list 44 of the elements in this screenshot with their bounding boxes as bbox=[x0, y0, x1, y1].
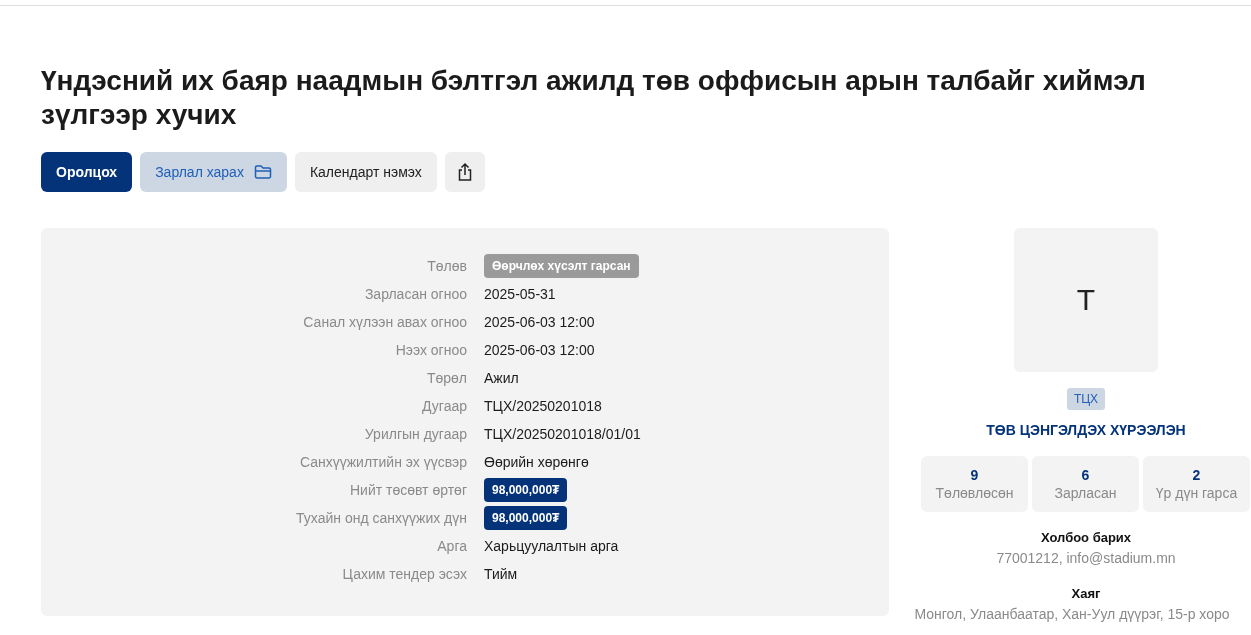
detail-label: Төрөл bbox=[425, 370, 467, 386]
stat-label: Зарласан bbox=[1054, 485, 1117, 501]
share-button[interactable] bbox=[444, 152, 485, 192]
contact-info: 77001212, info@stadium.mn bbox=[996, 549, 1176, 568]
page-title: Үндэсний их баяр наадмын бэлтгэл ажилд төв оффисын арын талбайг хиймэл зүлгээр хучих bbox=[41, 64, 1147, 132]
detail-value: Харьцуулалтын арга bbox=[484, 538, 620, 554]
amount-badge: 98,000,000₮ bbox=[484, 478, 568, 502]
view-announcement-button[interactable]: Зарлал харах bbox=[140, 152, 287, 192]
organization-name[interactable]: ТӨВ ЦЭНГЭЛДЭХ ХҮРЭЭЛЭН bbox=[986, 422, 1186, 438]
detail-label: Дугаар bbox=[421, 398, 467, 414]
detail-value: Өөрийн хөрөнгө bbox=[484, 454, 590, 470]
organization-logo: T bbox=[1014, 228, 1158, 372]
detail-label: Нийт төсөвт өртөг bbox=[348, 482, 467, 498]
stat-label: Үр дүн гарса bbox=[1155, 485, 1238, 501]
detail-label: Зарласан огноо bbox=[363, 286, 467, 302]
participate-button[interactable]: Оролцох bbox=[41, 152, 133, 192]
stat-value: 9 bbox=[970, 467, 979, 483]
detail-label: Цахим тендер эсэх bbox=[341, 566, 467, 582]
detail-value: 2025-06-03 12:00 bbox=[484, 342, 596, 358]
detail-value: 2025-06-03 12:00 bbox=[484, 314, 596, 330]
address-heading: Хаяг bbox=[1071, 586, 1101, 601]
folder-icon bbox=[253, 164, 272, 180]
detail-label: Тухайн онд санхүүжих дүн bbox=[295, 510, 467, 526]
detail-value: 2025-05-31 bbox=[484, 286, 557, 302]
stat-label: Төлөвлөсөн bbox=[935, 485, 1014, 501]
detail-label: Нээх огноо bbox=[394, 342, 467, 358]
amount-badge: 98,000,000₮ bbox=[484, 506, 568, 530]
detail-value: Тийм bbox=[484, 566, 519, 582]
stat-value: 2 bbox=[1192, 467, 1201, 483]
status-badge: Өөрчлөх хүсэлт гарсан bbox=[484, 254, 639, 278]
detail-label: Төлөв bbox=[426, 258, 467, 274]
detail-label: Санхүүжилтийн эх үүсвэр bbox=[298, 454, 467, 470]
contact-heading: Холбоо барих bbox=[1040, 530, 1132, 545]
detail-label: Урилгын дугаар bbox=[363, 426, 467, 442]
add-to-calendar-button[interactable]: Календарт нэмэх bbox=[294, 152, 437, 192]
detail-label: Санал хүлээн авах огноо bbox=[302, 314, 467, 330]
detail-value: Ажил bbox=[484, 370, 520, 386]
share-icon bbox=[456, 162, 473, 182]
address-line: Монгол, Улаанбаатар, Хан-Уул дүүрэг, 15-р хоро bbox=[913, 605, 1231, 624]
detail-value: ТЦХ/20250201018/01/01 bbox=[484, 426, 642, 442]
detail-value: ТЦХ/20250201018 bbox=[484, 398, 603, 414]
organization-tag: ТЦХ bbox=[1066, 388, 1106, 410]
detail-label: Арга bbox=[436, 538, 467, 554]
stat-value: 6 bbox=[1081, 467, 1090, 483]
